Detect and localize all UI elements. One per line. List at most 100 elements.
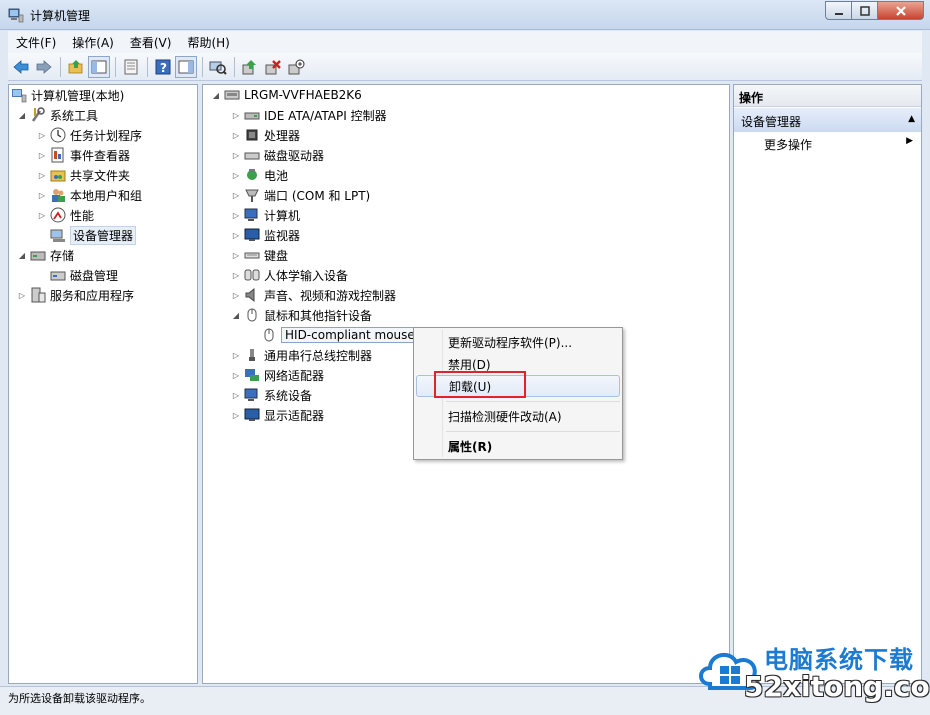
menu-view[interactable]: 查看(V) [122, 34, 180, 51]
actions-header: 操作 [734, 85, 921, 107]
expand-arrow-icon[interactable]: ▷ [231, 351, 241, 360]
expand-arrow-icon[interactable]: ▷ [231, 291, 241, 300]
more-actions-link[interactable]: 更多操作 [764, 136, 812, 153]
device-node-computer[interactable]: ◢ LRGM-VVFHAEB2K6 [211, 85, 362, 105]
menu-separator [446, 431, 620, 432]
device-category-hid[interactable]: ▷ 人体学输入设备 [231, 265, 348, 285]
storage-icon [30, 251, 46, 261]
expand-arrow-icon[interactable]: ▷ [231, 271, 241, 280]
expand-arrow-icon[interactable]: ▷ [231, 411, 241, 420]
expand-arrow-icon[interactable]: ▷ [37, 211, 47, 220]
menu-action[interactable]: 操作(A) [64, 34, 122, 51]
device-category-sound[interactable]: ▷ 声音、视频和游戏控制器 [231, 285, 396, 305]
expand-arrow-icon[interactable]: ▷ [231, 211, 241, 220]
menu-update-driver[interactable]: 更新驱动程序软件(P)... [416, 331, 620, 353]
tree-node-shared-folders[interactable]: ▷ 共享文件夹 [37, 165, 130, 185]
device-category-ports[interactable]: ▷ 端口 (COM 和 LPT) [231, 185, 370, 205]
tree-node-disk-management[interactable]: 磁盘管理 [50, 265, 118, 285]
maximize-button[interactable] [852, 1, 878, 20]
tree-label: 电池 [264, 168, 289, 183]
forward-button[interactable] [33, 56, 55, 78]
device-category-disk-drives[interactable]: ▷ 磁盘驱动器 [231, 145, 324, 165]
expand-arrow-icon[interactable]: ▷ [231, 371, 241, 380]
tree-label: 显示适配器 [264, 408, 325, 423]
device-category-ide[interactable]: ▷ IDE ATA/ATAPI 控制器 [231, 105, 387, 125]
tree-node-performance[interactable]: ▷ 性能 [37, 205, 94, 225]
device-category-system[interactable]: ▷ 系统设备 [231, 385, 312, 405]
expand-arrow-icon[interactable]: ▷ [231, 191, 241, 200]
actions-section-device-manager[interactable]: 设备管理器 ▲ [734, 108, 921, 132]
expand-arrow-icon[interactable]: ▷ [37, 151, 47, 160]
tree-label: LRGM-VVFHAEB2K6 [244, 88, 362, 102]
computer-management-icon [12, 89, 27, 103]
tree-node-device-manager[interactable]: 设备管理器 [50, 225, 137, 245]
scan-hardware-button[interactable] [207, 56, 229, 78]
menu-help[interactable]: 帮助(H) [179, 34, 237, 51]
expand-arrow-icon[interactable]: ▷ [231, 171, 241, 180]
expand-arrow-icon[interactable]: ▷ [231, 131, 241, 140]
device-category-battery[interactable]: ▷ 电池 [231, 165, 288, 185]
collapse-arrow-icon[interactable]: ◢ [17, 111, 27, 120]
tree-label: 系统工具 [50, 108, 99, 123]
tree-node-event-viewer[interactable]: ▷ 事件查看器 [37, 145, 130, 165]
menu-properties[interactable]: 属性(R) [416, 435, 620, 457]
expand-arrow-icon[interactable]: ▷ [37, 171, 47, 180]
expand-arrow-icon[interactable]: ▷ [231, 391, 241, 400]
tree-label: 共享文件夹 [70, 168, 131, 183]
collapse-arrow-icon[interactable]: ◢ [17, 251, 27, 260]
expand-arrow-icon[interactable]: ▷ [231, 231, 241, 240]
submenu-arrow-icon: ▶ [906, 136, 913, 146]
tree-node-task-scheduler[interactable]: ▷ 任务计划程序 [37, 125, 142, 145]
close-button[interactable] [878, 1, 924, 20]
users-icon [52, 189, 65, 202]
menu-separator [446, 401, 620, 402]
event-viewer-icon [51, 147, 64, 163]
device-hid-compliant-mouse[interactable]: HID-compliant mouse [261, 325, 419, 345]
expand-arrow-icon[interactable]: ▷ [37, 191, 47, 200]
device-category-processor[interactable]: ▷ 处理器 [231, 125, 300, 145]
tree-node-root[interactable]: 计算机管理(本地) [11, 85, 124, 105]
collapse-arrow-icon[interactable]: ◢ [231, 311, 241, 320]
uninstall-device-button[interactable] [262, 56, 284, 78]
tree-label: 磁盘管理 [70, 268, 119, 283]
tree-node-services-applications[interactable]: ▷ 服务和应用程序 [17, 285, 134, 305]
computer-monitor-icon [244, 208, 258, 221]
device-category-monitors[interactable]: ▷ 监视器 [231, 225, 300, 245]
device-category-network[interactable]: ▷ 网络适配器 [231, 365, 324, 385]
network-adapter-icon [245, 369, 259, 381]
monitor-icon [244, 228, 260, 241]
uninstall-highlight-box [434, 371, 526, 398]
update-driver-button[interactable] [239, 56, 261, 78]
expand-arrow-icon[interactable]: ▷ [37, 131, 47, 140]
expand-arrow-icon[interactable]: ▷ [17, 291, 27, 300]
ide-controller-icon [244, 112, 260, 120]
help-button[interactable]: ? [152, 56, 174, 78]
expand-arrow-icon[interactable]: ▷ [231, 151, 241, 160]
tree-label: 性能 [70, 208, 95, 223]
device-category-keyboards[interactable]: ▷ 键盘 [231, 245, 288, 265]
menu-file[interactable]: 文件(F) [8, 34, 64, 51]
menu-scan-hardware[interactable]: 扫描检测硬件改动(A) [416, 405, 620, 427]
tree-node-local-users-groups[interactable]: ▷ 本地用户和组 [37, 185, 142, 205]
toolbar-separator [147, 56, 148, 77]
tree-node-storage[interactable]: ◢ 存储 [17, 245, 74, 265]
device-category-display[interactable]: ▷ 显示适配器 [231, 405, 324, 425]
show-hide-tree-button[interactable] [88, 55, 110, 78]
tree-label: IDE ATA/ATAPI 控制器 [264, 108, 387, 123]
export-list-button[interactable] [120, 56, 142, 78]
device-category-usb[interactable]: ▷ 通用串行总线控制器 [231, 345, 372, 365]
show-action-pane-button[interactable] [175, 55, 197, 78]
tree-node-system-tools[interactable]: ◢ 系统工具 [17, 105, 98, 125]
minimize-button[interactable] [825, 1, 852, 20]
display-adapter-icon [244, 408, 260, 421]
back-button[interactable] [10, 56, 32, 78]
collapse-up-icon[interactable]: ▲ [908, 114, 915, 124]
action-pane-icon [178, 60, 194, 73]
expand-arrow-icon[interactable]: ▷ [231, 111, 241, 120]
expand-arrow-icon[interactable]: ▷ [231, 251, 241, 260]
collapse-arrow-icon[interactable]: ◢ [211, 91, 221, 100]
disable-device-button[interactable] [285, 56, 307, 78]
device-category-mice[interactable]: ◢ 鼠标和其他指针设备 [231, 305, 372, 325]
up-level-button[interactable] [65, 56, 87, 78]
device-category-computer[interactable]: ▷ 计算机 [231, 205, 300, 225]
